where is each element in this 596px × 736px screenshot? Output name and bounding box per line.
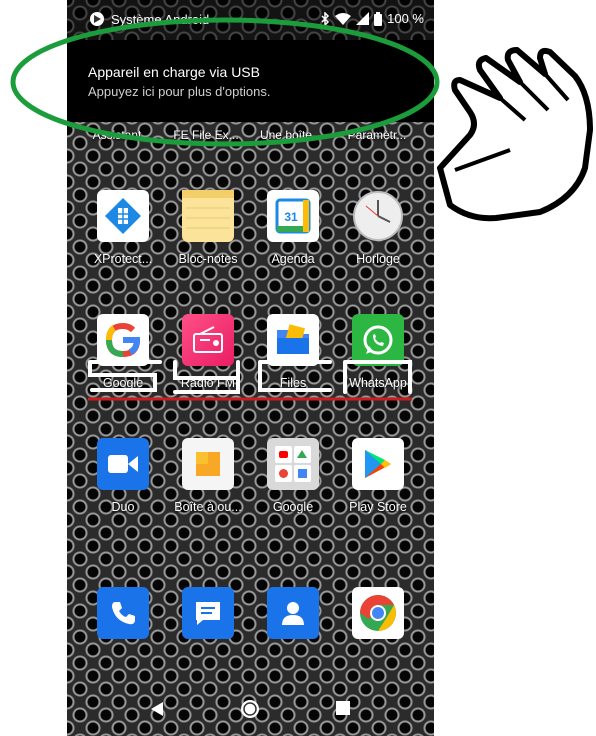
annotation-overlay	[10, 17, 593, 401]
pointing-hand-icon	[437, 47, 593, 222]
label-markup-strokes	[88, 360, 412, 394]
highlight-ellipse	[10, 17, 440, 147]
